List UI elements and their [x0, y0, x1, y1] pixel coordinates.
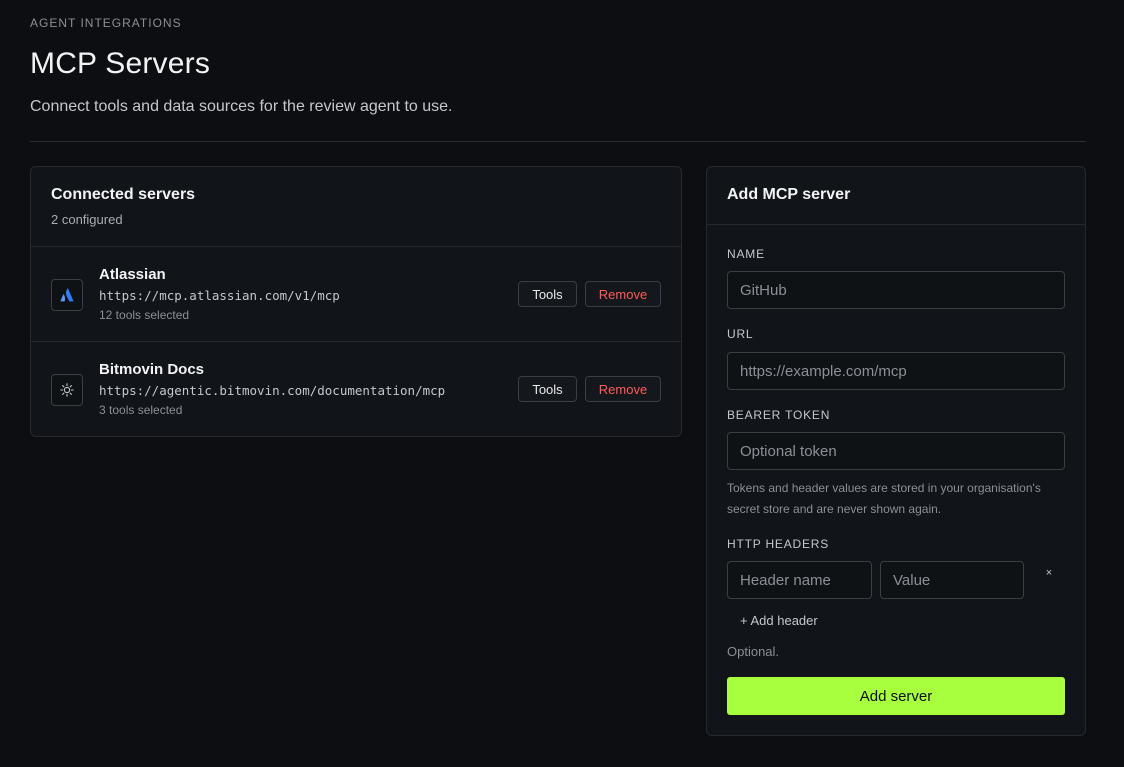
- servers-count: 2 configured: [51, 212, 123, 227]
- server-url: https://agentic.bitmovin.com/documentati…: [99, 383, 446, 398]
- tools-button[interactable]: Tools: [518, 376, 577, 402]
- add-server-card: Add MCP server NAME URL BEARER TOKEN Tok…: [706, 166, 1086, 736]
- header-value-input[interactable]: [880, 561, 1024, 599]
- add-server-title: Add MCP server: [727, 186, 851, 203]
- url-label: URL: [727, 327, 754, 341]
- server-tools-count: 12 tools selected: [99, 308, 190, 322]
- atlassian-icon: [51, 279, 83, 311]
- server-row-bitmovin-docs: Bitmovin Docs https://agentic.bitmovin.c…: [31, 342, 681, 437]
- secret-store-hint: Tokens and header values are stored in y…: [727, 481, 1041, 516]
- connected-servers-card: Connected servers 2 configured Atlassian…: [30, 166, 682, 437]
- connected-servers-header: Connected servers 2 configured: [31, 167, 681, 247]
- server-row-atlassian: Atlassian https://mcp.atlassian.com/v1/m…: [31, 247, 681, 342]
- header-divider: [30, 141, 1086, 142]
- url-input[interactable]: [727, 352, 1065, 390]
- http-headers-label: HTTP HEADERS: [727, 537, 830, 551]
- name-label: NAME: [727, 247, 765, 261]
- page: AGENT INTEGRATIONS MCP Servers Connect t…: [0, 0, 1124, 767]
- page-eyebrow: AGENT INTEGRATIONS: [30, 16, 182, 30]
- bearer-token-label: BEARER TOKEN: [727, 408, 831, 422]
- remove-button[interactable]: Remove: [585, 281, 661, 307]
- headers-optional-note: Optional.: [727, 644, 780, 659]
- remove-button[interactable]: Remove: [585, 376, 661, 402]
- bitmovin-icon: [51, 374, 83, 406]
- server-name: Atlassian: [99, 266, 166, 283]
- server-name: Bitmovin Docs: [99, 361, 205, 378]
- add-server-header: Add MCP server: [707, 167, 1085, 225]
- page-subtitle: Connect tools and data sources for the r…: [30, 98, 453, 115]
- server-url: https://mcp.atlassian.com/v1/mcp: [99, 288, 340, 303]
- add-server-button[interactable]: Add server: [727, 677, 1065, 715]
- bearer-token-input[interactable]: [727, 432, 1065, 470]
- page-title: MCP Servers: [30, 47, 211, 80]
- remove-header-button[interactable]: ×: [1043, 567, 1055, 581]
- add-header-button[interactable]: + Add header: [740, 613, 818, 628]
- server-tools-count: 3 tools selected: [99, 403, 183, 417]
- connected-servers-title: Connected servers: [51, 186, 196, 203]
- header-name-input[interactable]: [727, 561, 872, 599]
- tools-button[interactable]: Tools: [518, 281, 577, 307]
- name-input[interactable]: [727, 271, 1065, 309]
